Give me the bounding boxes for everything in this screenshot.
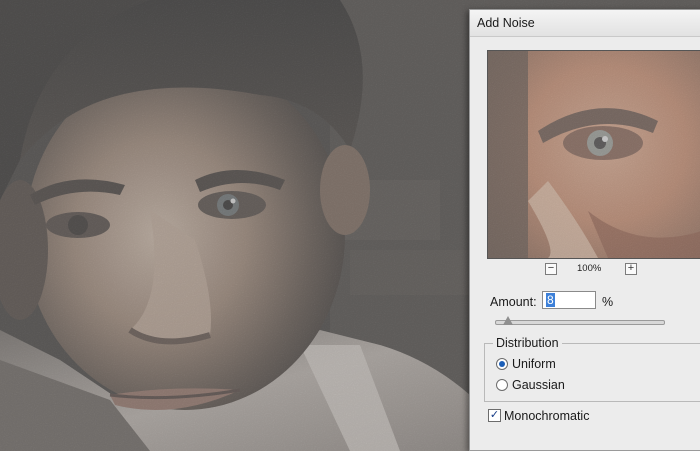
distribution-group	[484, 343, 700, 402]
amount-unit: %	[602, 295, 614, 309]
uniform-label[interactable]: Uniform	[512, 357, 556, 371]
zoom-in-button[interactable]: +	[625, 263, 637, 275]
amount-input[interactable]: 8	[542, 291, 596, 309]
plus-icon: +	[627, 262, 635, 274]
gaussian-label[interactable]: Gaussian	[512, 378, 565, 392]
monochromatic-checkbox[interactable]: ✓	[488, 409, 501, 422]
gaussian-radio[interactable]	[496, 379, 508, 391]
amount-label: Amount:	[490, 295, 537, 309]
amount-slider-thumb[interactable]	[503, 316, 514, 325]
preview-window[interactable]	[487, 50, 700, 259]
uniform-radio[interactable]	[496, 358, 508, 370]
minus-icon: −	[547, 262, 555, 274]
zoom-level: 100%	[577, 263, 602, 274]
distribution-legend: Distribution	[493, 336, 562, 350]
dialog-title[interactable]: Add Noise	[470, 10, 700, 37]
add-noise-dialog: Add Noise − 100% + Amount: 8 % Distribut…	[469, 9, 700, 451]
zoom-out-button[interactable]: −	[545, 263, 557, 275]
monochromatic-label[interactable]: Monochromatic	[504, 409, 589, 423]
amount-slider[interactable]	[495, 320, 665, 325]
preview-image	[488, 51, 700, 258]
checkmark-icon: ✓	[489, 409, 500, 421]
amount-value: 8	[546, 293, 555, 307]
